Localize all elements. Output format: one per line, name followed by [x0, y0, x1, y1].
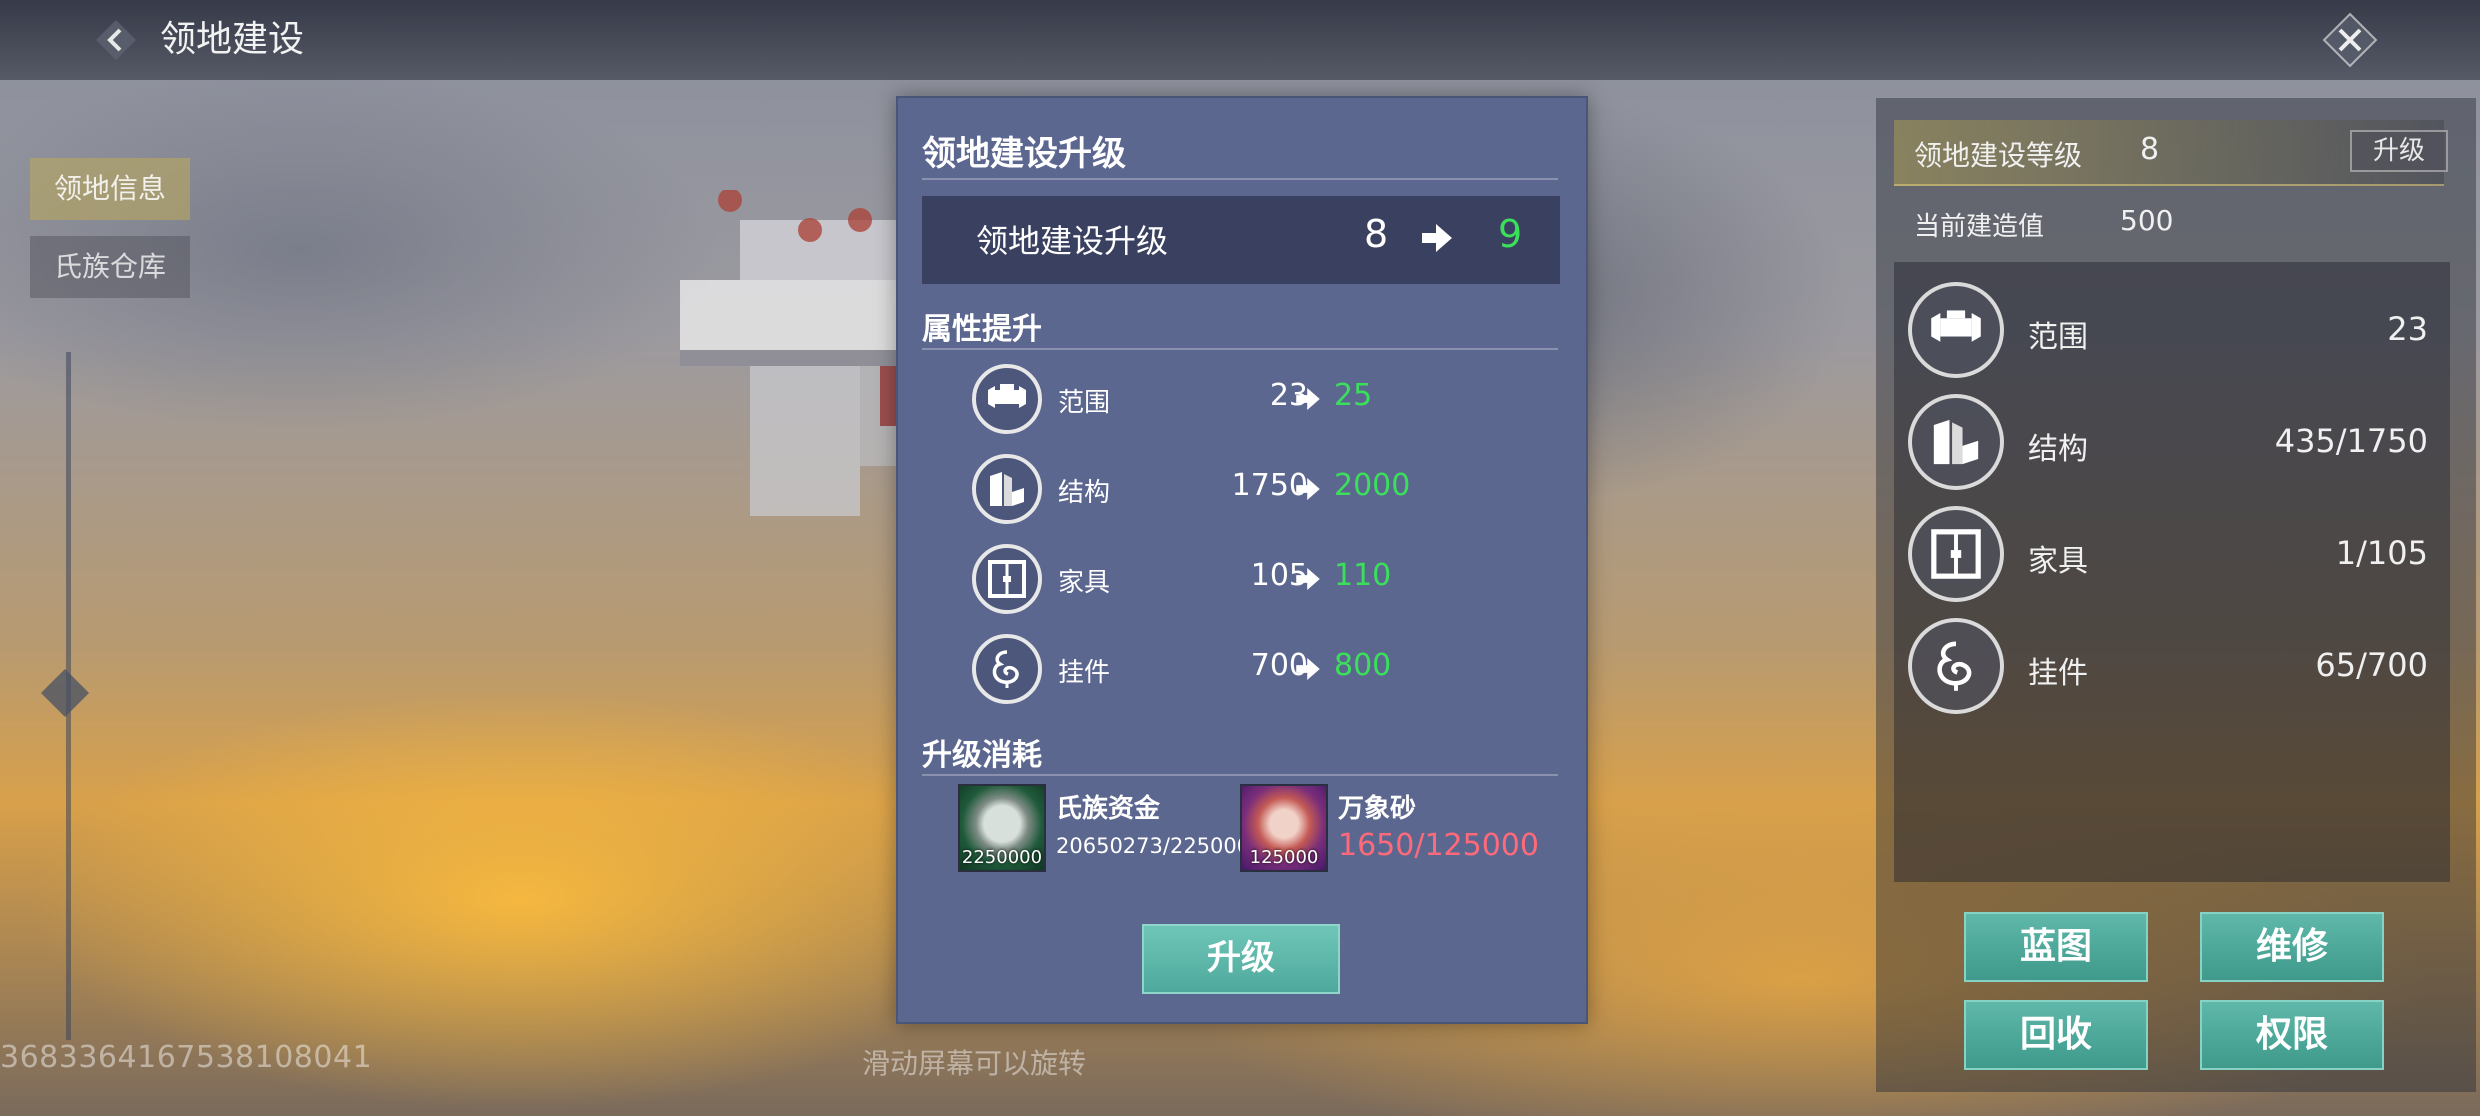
stat-name: 挂件 — [2028, 656, 2088, 691]
repair-button[interactable]: 维修 — [2200, 912, 2384, 982]
player-id-text: 3683364167538108041 — [0, 1040, 373, 1075]
camera-slider-handle[interactable] — [40, 668, 90, 718]
build-value-label: 当前建造值 — [1914, 212, 2045, 242]
stat-value: 1/105 — [2335, 534, 2428, 572]
stats-box: 范围 23 结构 435/1750 家具 1/105 挂件 65/700 — [1894, 262, 2450, 882]
cost-qty-badge: 2250000 — [961, 847, 1043, 868]
rotate-hint-text: 滑动屏幕可以旋转 — [862, 1047, 1087, 1080]
attr-name: 挂件 — [1058, 658, 1111, 688]
back-arrow-icon — [96, 20, 136, 60]
attr-row-pendant: 挂件 700 800 — [972, 634, 1532, 710]
stat-row-range: 范围 23 — [1908, 282, 2428, 382]
attr-row-furniture: 家具 105 110 — [972, 544, 1532, 620]
permission-button[interactable]: 权限 — [2200, 1000, 2384, 1070]
page-title: 领地建设 — [160, 19, 305, 60]
level-up-button[interactable]: 升级 — [2350, 130, 2448, 172]
level-label: 领地建设等级 — [1914, 139, 2083, 172]
stat-name: 结构 — [2028, 432, 2088, 467]
attr-to: 2000 — [1334, 468, 1411, 503]
level-from: 8 — [1364, 212, 1389, 256]
blueprint-button[interactable]: 蓝图 — [1964, 912, 2148, 982]
structure-icon — [972, 454, 1042, 524]
close-button[interactable] — [2318, 8, 2382, 72]
divider — [922, 348, 1558, 350]
attr-to: 800 — [1334, 648, 1392, 683]
arrow-right-icon — [1296, 568, 1320, 590]
recycle-button[interactable]: 回收 — [1964, 1000, 2148, 1070]
attr-name: 结构 — [1058, 478, 1111, 508]
stat-value: 23 — [2387, 310, 2428, 348]
structure-icon — [1908, 394, 2004, 490]
attr-section-title: 属性提升 — [922, 312, 1042, 347]
stat-value: 435/1750 — [2274, 422, 2428, 460]
wanxiang-sand-item-icon[interactable]: 125000 — [1240, 784, 1328, 872]
level-change-label: 领地建设升级 — [976, 222, 1169, 260]
cost-amount: 20650273/2250000 — [1056, 834, 1264, 858]
range-icon — [972, 364, 1042, 434]
cost-name: 氏族资金 — [1056, 794, 1161, 824]
clan-funds-item-icon[interactable]: 2250000 — [958, 784, 1046, 872]
cost-name: 万象砂 — [1338, 794, 1417, 824]
range-icon — [1908, 282, 2004, 378]
build-value: 500 — [2120, 204, 2174, 237]
attr-to: 25 — [1334, 378, 1373, 413]
cost-amount-insufficient: 1650/125000 — [1338, 828, 1539, 863]
level-to: 9 — [1498, 212, 1523, 256]
stat-row-structure: 结构 435/1750 — [1908, 394, 2428, 494]
stat-row-furniture: 家具 1/105 — [1908, 506, 2428, 606]
attr-name: 家具 — [1058, 568, 1111, 598]
pendant-icon — [972, 634, 1042, 704]
arrow-right-icon — [1296, 388, 1320, 410]
divider — [922, 774, 1558, 776]
level-value: 8 — [2140, 132, 2160, 167]
pendant-icon — [1908, 618, 2004, 714]
tab-territory-info[interactable]: 领地信息 — [30, 158, 190, 220]
level-bar: 领地建设等级 8 升级 — [1894, 120, 2448, 186]
attr-name: 范围 — [1058, 388, 1111, 418]
back-button[interactable] — [88, 12, 144, 68]
tab-clan-warehouse[interactable]: 氏族仓库 — [30, 236, 190, 298]
upgrade-button[interactable]: 升级 — [1142, 924, 1340, 994]
cost-qty-badge: 125000 — [1249, 847, 1319, 868]
attr-to: 110 — [1334, 558, 1392, 593]
close-icon — [2322, 12, 2378, 68]
stat-row-pendant: 挂件 65/700 — [1908, 618, 2428, 718]
arrow-right-icon — [1422, 224, 1452, 252]
stat-name: 范围 — [2028, 320, 2088, 355]
upgrade-dialog: 领地建设升级 领地建设升级 8 9 属性提升 范围 23 25 结构 1750 … — [896, 96, 1588, 1024]
stat-value: 65/700 — [2315, 646, 2428, 684]
dialog-title: 领地建设升级 — [922, 134, 1126, 174]
attr-row-structure: 结构 1750 2000 — [972, 454, 1532, 530]
arrow-right-icon — [1296, 658, 1320, 680]
level-change-box: 领地建设升级 8 9 — [922, 196, 1560, 284]
cost-section-title: 升级消耗 — [922, 738, 1042, 773]
furniture-icon — [972, 544, 1042, 614]
attr-row-range: 范围 23 25 — [972, 364, 1532, 440]
stat-name: 家具 — [2028, 544, 2088, 579]
divider — [922, 178, 1558, 180]
arrow-right-icon — [1296, 478, 1320, 500]
furniture-icon — [1908, 506, 2004, 602]
territory-info-panel: 领地建设等级 8 升级 当前建造值 500 范围 23 结构 435/1750 … — [1876, 98, 2476, 1092]
top-bar: 领地建设 — [0, 0, 2480, 80]
